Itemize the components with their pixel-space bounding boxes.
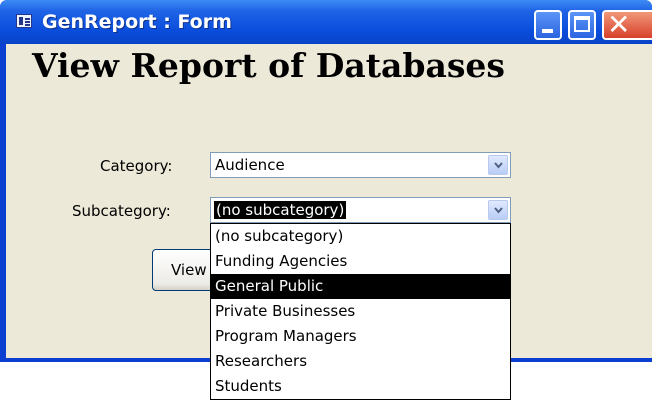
minimize-icon [542,29,553,33]
subcategory-combobox[interactable]: (no subcategory) [210,197,511,223]
close-button[interactable]: ✕ [602,8,652,41]
dropdown-option-highlighted[interactable]: General Public [211,274,510,299]
chevron-down-icon [494,162,503,169]
dropdown-option[interactable]: Researchers [211,349,510,374]
subcategory-value: (no subcategory) [214,201,347,219]
title-bar[interactable]: GenReport : Form ✕ [0,0,652,44]
category-combobox[interactable]: Audience [210,152,511,178]
subcategory-label: Subcategory: [72,202,171,220]
dropdown-option[interactable]: Program Managers [211,324,510,349]
form-icon[interactable] [16,14,32,28]
minimize-button[interactable] [534,10,562,40]
dropdown-option[interactable]: Private Businesses [211,299,510,324]
maximize-button[interactable] [568,10,596,40]
category-dropdown-button[interactable] [488,155,508,175]
category-label: Category: [100,157,173,175]
dropdown-option[interactable]: Students [211,374,510,399]
maximize-icon [574,16,590,32]
subcategory-dropdown-list: (no subcategory) Funding Agencies Genera… [210,223,511,400]
page-title: View Report of Databases [32,46,506,85]
category-value: Audience [215,156,285,174]
chevron-down-icon [494,207,503,214]
dropdown-option[interactable]: Funding Agencies [211,249,510,274]
close-icon: ✕ [607,8,631,41]
dropdown-option[interactable]: (no subcategory) [211,224,510,249]
subcategory-dropdown-button[interactable] [488,200,508,220]
window-title: GenReport : Form [42,11,232,33]
